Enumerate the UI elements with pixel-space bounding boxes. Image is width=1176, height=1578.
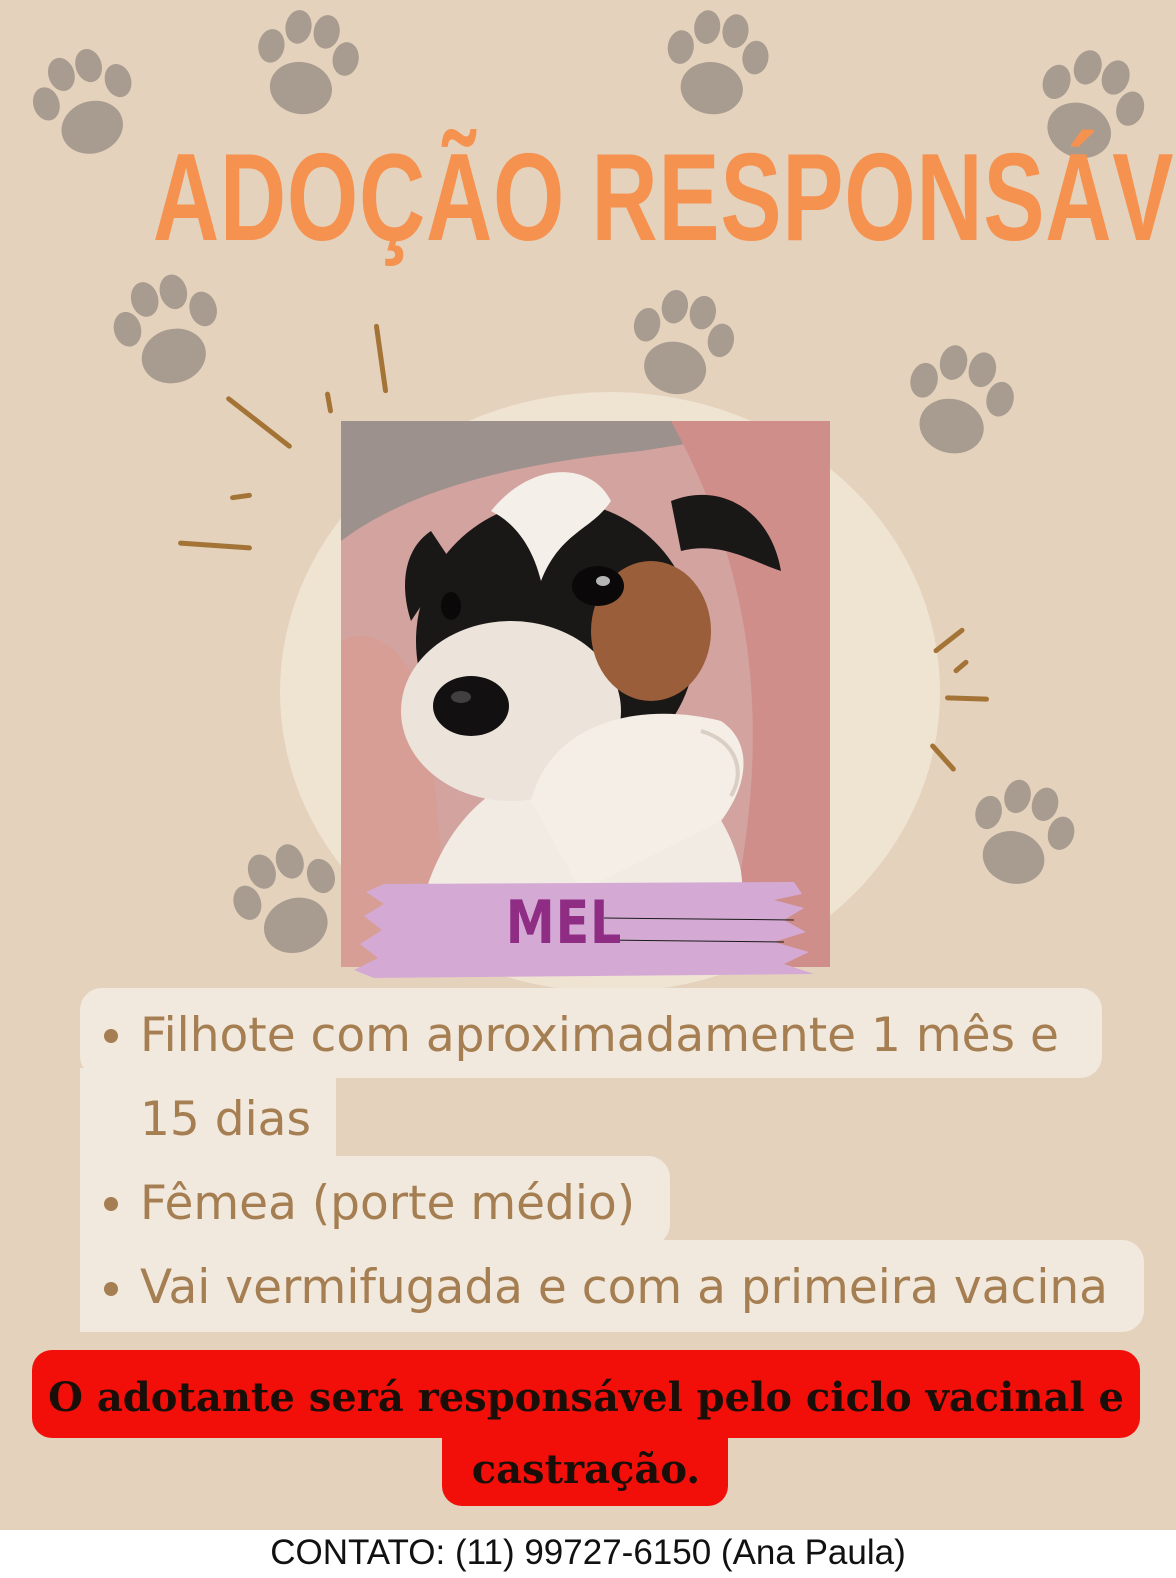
info-box: Filhote com aproximadamente 1 mês e 15 d… bbox=[80, 988, 1146, 1334]
paw-print-icon bbox=[642, 0, 789, 138]
decorative-dash bbox=[324, 391, 334, 414]
bullet-dot-icon bbox=[104, 1029, 118, 1043]
decorative-dash bbox=[229, 492, 253, 501]
paw-print-icon bbox=[940, 755, 1101, 916]
bullet-dot-icon bbox=[104, 1282, 118, 1296]
decorative-dash bbox=[929, 742, 957, 773]
paw-print-icon bbox=[85, 250, 250, 415]
decorative-dash bbox=[373, 323, 389, 394]
decorative-dash bbox=[177, 540, 253, 551]
info-line: Fêmea (porte médio) bbox=[140, 1176, 636, 1231]
pet-name: MEL bbox=[505, 888, 623, 958]
paw-print-icon bbox=[3, 23, 167, 187]
decorative-dash bbox=[952, 658, 970, 675]
contact-line: CONTATO: (11) 99727-6150 (Ana Paula) bbox=[0, 1530, 1176, 1578]
decorative-dash bbox=[944, 695, 990, 702]
bullet-dot-icon bbox=[104, 1197, 118, 1211]
decorative-dash bbox=[932, 626, 966, 655]
info-line: 15 dias bbox=[140, 1092, 311, 1147]
info-line: Vai vermifugada e com a primeira vacina bbox=[140, 1260, 1108, 1315]
adoption-poster: ADOÇÃO RESPONSÁVEL bbox=[0, 0, 1176, 1530]
notice-line-2: castração. bbox=[471, 1446, 701, 1493]
paw-print-icon bbox=[230, 0, 381, 140]
info-line: Filhote com aproximadamente 1 mês e bbox=[140, 1008, 1059, 1063]
poster-title: ADOÇÃO RESPONSÁVEL bbox=[152, 129, 1176, 267]
notice-line-1: O adotante será responsável pelo ciclo v… bbox=[48, 1374, 1124, 1421]
notice-text: O adotante será responsável pelo ciclo v… bbox=[32, 1362, 1140, 1506]
paw-print-icon bbox=[876, 321, 1040, 485]
decorative-dash bbox=[225, 395, 293, 450]
